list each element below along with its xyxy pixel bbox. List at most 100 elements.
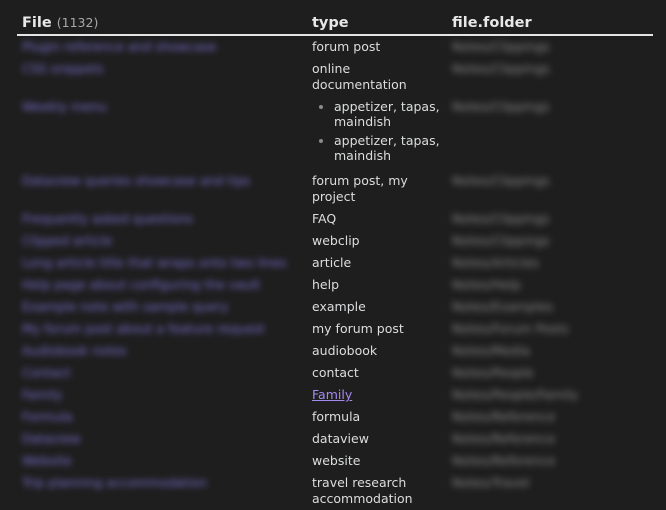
file-link[interactable]: Website xyxy=(22,453,72,468)
type-cell: audiobook xyxy=(307,340,447,362)
file-cell: CSS snippets xyxy=(17,58,307,96)
type-list-item: appetizer, tapas, maindish xyxy=(334,99,447,129)
folder-cell: Notes/Help xyxy=(447,274,653,296)
file-cell: Example note with sample query xyxy=(17,296,307,318)
folder-value: Notes/Media xyxy=(452,343,530,358)
file-link[interactable]: Clipped article xyxy=(22,233,112,248)
folder-value: Notes/Clippings xyxy=(452,39,550,54)
table-row: Website website Notes/Reference xyxy=(17,450,653,472)
file-link[interactable]: My forum post about a feature request xyxy=(22,321,265,336)
folder-cell: Notes/People/Family xyxy=(447,384,653,406)
table-row: Weekly menu appetizer, tapas, maindishapp… xyxy=(17,96,653,170)
type-cell: contact xyxy=(307,362,447,384)
folder-value: Notes/Travel xyxy=(452,475,530,490)
type-value: my forum post xyxy=(312,321,404,336)
folder-value: Notes/Forum Posts xyxy=(452,321,569,336)
type-cell: travel research accommodation xyxy=(307,472,447,510)
file-link[interactable]: Trip planning accommodation xyxy=(22,475,207,490)
table-row: Example note with sample query example Not… xyxy=(17,296,653,318)
header-file[interactable]: File (1132) xyxy=(17,8,307,36)
folder-value: Notes/People/Family xyxy=(452,387,579,402)
file-link[interactable]: Weekly menu xyxy=(22,99,107,114)
type-cell: forum post, my project xyxy=(307,170,447,208)
file-link[interactable]: Help page about configuring the vault xyxy=(22,277,260,292)
file-link[interactable]: CSS snippets xyxy=(22,61,103,76)
file-cell: Family xyxy=(17,384,307,406)
type-value: FAQ xyxy=(312,211,337,226)
type-cell: example xyxy=(307,296,447,318)
table-row: Plugin reference and showcase forum post N… xyxy=(17,35,653,58)
type-value: article xyxy=(312,255,352,270)
file-cell: Frequently asked questions xyxy=(17,208,307,230)
file-link[interactable]: Audiobook notes xyxy=(22,343,127,358)
table-row: Dataview dataview Notes/Reference xyxy=(17,428,653,450)
type-value: help xyxy=(312,277,340,292)
type-cell: formula xyxy=(307,406,447,428)
type-value: online documentation xyxy=(312,61,407,92)
folder-cell: Notes/Clippings xyxy=(447,58,653,96)
table-row: Long article title that wraps onto two l… xyxy=(17,252,653,274)
file-link[interactable]: Example note with sample query xyxy=(22,299,228,314)
folder-cell: Notes/Media xyxy=(447,340,653,362)
type-value: dataview xyxy=(312,431,369,446)
folder-value: Notes/Clippings xyxy=(452,233,550,248)
file-cell: Long article title that wraps onto two l… xyxy=(17,252,307,274)
file-cell: Contact xyxy=(17,362,307,384)
file-link[interactable]: Contact xyxy=(22,365,71,380)
type-value: forum post xyxy=(312,39,381,54)
folder-cell: Notes/Travel xyxy=(447,472,653,510)
type-cell: my forum post xyxy=(307,318,447,340)
folder-value: Notes/Reference xyxy=(452,431,556,446)
folder-value: Notes/Clippings xyxy=(452,61,550,76)
file-count: (1132) xyxy=(56,15,99,30)
folder-value: Notes/Reference xyxy=(452,453,556,468)
table-row: Family Family Notes/People/Family xyxy=(17,384,653,406)
header-file-label: File xyxy=(22,15,52,31)
folder-cell: Notes/Reference xyxy=(447,406,653,428)
header-folder[interactable]: file.folder xyxy=(447,8,653,36)
table-row: Dataview queries showcase and tips forum … xyxy=(17,170,653,208)
file-link[interactable]: Plugin reference and showcase xyxy=(22,39,216,54)
table-row: Audiobook notes audiobook Notes/Media xyxy=(17,340,653,362)
table-row: CSS snippets online documentation Notes/Cl… xyxy=(17,58,653,96)
file-link[interactable]: Dataview queries showcase and tips xyxy=(22,173,250,188)
file-link[interactable]: Formula xyxy=(22,409,73,424)
type-value: webclip xyxy=(312,233,360,248)
table-row: Contact contact Notes/People xyxy=(17,362,653,384)
type-value: example xyxy=(312,299,366,314)
file-link[interactable]: Dataview xyxy=(22,431,81,446)
folder-cell: Notes/Reference xyxy=(447,428,653,450)
header-type[interactable]: type xyxy=(307,8,447,36)
folder-cell: Notes/Clippings xyxy=(447,170,653,208)
type-cell: dataview xyxy=(307,428,447,450)
file-cell: My forum post about a feature request xyxy=(17,318,307,340)
type-cell: help xyxy=(307,274,447,296)
table-row: Clipped article webclip Notes/Clippings xyxy=(17,230,653,252)
file-link[interactable]: Frequently asked questions xyxy=(22,211,193,226)
dataview-table-container: File (1132) type file.folder Plugin refe… xyxy=(17,8,653,510)
folder-cell: Notes/Clippings xyxy=(447,230,653,252)
file-cell: Formula xyxy=(17,406,307,428)
file-link[interactable]: Long article title that wraps onto two l… xyxy=(22,255,287,270)
folder-cell: Notes/Clippings xyxy=(447,208,653,230)
type-value: travel research accommodation xyxy=(312,475,413,506)
type-internal-link[interactable]: Family xyxy=(312,387,352,402)
file-link[interactable]: Family xyxy=(22,387,62,402)
folder-cell: Notes/Articles xyxy=(447,252,653,274)
table-header: File (1132) type file.folder xyxy=(17,8,653,36)
type-cell: appetizer, tapas, maindish appetizer, tap… xyxy=(307,96,447,170)
type-cell: forum post xyxy=(307,35,447,58)
type-value: audiobook xyxy=(312,343,378,358)
type-value: contact xyxy=(312,365,359,380)
type-value: website xyxy=(312,453,361,468)
folder-value: Notes/People xyxy=(452,365,534,380)
folder-value: Notes/Articles xyxy=(452,255,539,270)
folder-value: Notes/Help xyxy=(452,277,521,292)
file-cell: Audiobook notes xyxy=(17,340,307,362)
folder-cell: Notes/Reference xyxy=(447,450,653,472)
file-cell: Website xyxy=(17,450,307,472)
type-cell: FAQ xyxy=(307,208,447,230)
folder-cell: Notes/Forum Posts xyxy=(447,318,653,340)
folder-value: Notes/Reference xyxy=(452,409,556,424)
folder-value: Notes/Examples xyxy=(452,299,554,314)
